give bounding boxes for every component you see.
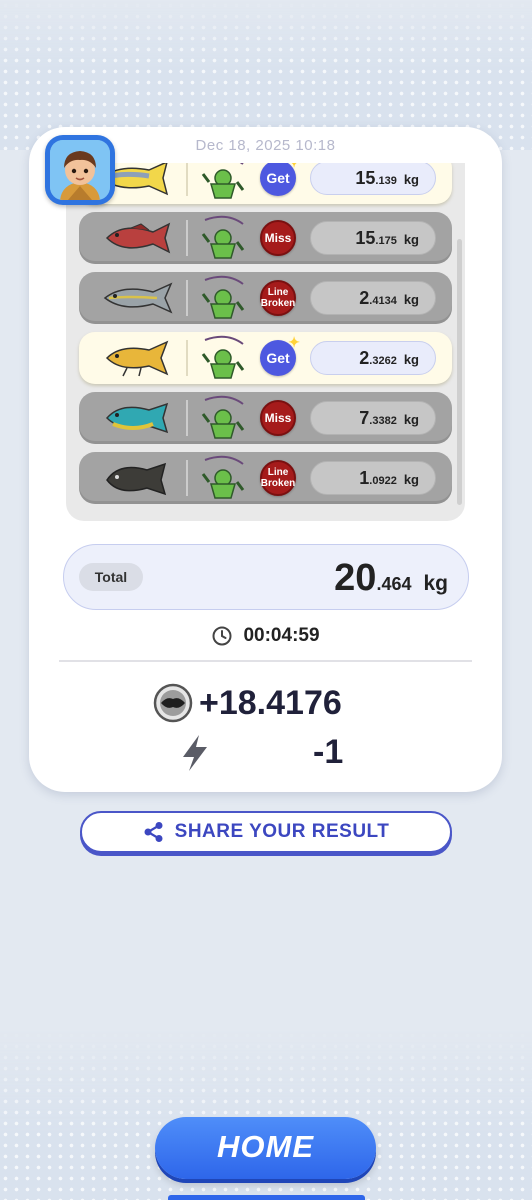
total-weight: 20.464 kg (334, 557, 448, 599)
clock-icon (212, 626, 232, 646)
status-badge: Miss (260, 220, 296, 256)
lightning-icon (183, 735, 207, 771)
catch-weight: 7.3382 kg (310, 401, 436, 435)
energy-row: -1 (177, 731, 357, 775)
villager-fishing-icon (201, 395, 245, 439)
total-summary: Total 20.464 kg (63, 544, 469, 610)
fish-icon (105, 222, 171, 254)
villager-fishing-icon (201, 215, 245, 259)
villager-fishing-icon (201, 275, 245, 319)
share-icon (144, 822, 163, 842)
villager-fishing-icon (201, 163, 245, 199)
status-badge: Line Broken (260, 460, 296, 496)
status-badge: Line Broken (260, 280, 296, 316)
fish-icon (103, 282, 173, 314)
reward-value: +18.4176 (199, 683, 342, 722)
avatar-portrait (50, 140, 110, 200)
catch-row: Line Broken 2.4134 kg (79, 272, 452, 324)
fish-icon (106, 462, 167, 496)
status-badge: Get✦ (260, 163, 300, 196)
catch-weight: 1.0922 kg (310, 461, 436, 495)
energy-value: -1 (313, 733, 344, 771)
fish-icon (105, 402, 169, 434)
status-badge: Miss (260, 400, 296, 436)
time-value: 00:04:59 (243, 625, 320, 646)
villager-fishing-icon (201, 455, 245, 499)
catch-row: Get ✦ 2.3262 kg (79, 332, 452, 384)
catch-weight: 15.175 kg (310, 221, 436, 255)
catch-weight: 2.3262 kg (310, 341, 436, 375)
token-coin-icon (153, 683, 193, 723)
row-separator (186, 400, 188, 436)
catch-weight: 2.4134 kg (310, 281, 436, 315)
status-badge: Get✦ (260, 334, 300, 376)
row-separator (186, 340, 188, 376)
row-separator (186, 163, 188, 196)
sparkle-icon: ✦ (288, 334, 300, 350)
list-scrollbar[interactable] (457, 239, 462, 505)
row-separator (186, 220, 188, 256)
catch-row: Line Broken 1.0922 kg (79, 452, 452, 504)
share-label: SHARE YOUR RESULT (174, 821, 390, 842)
catch-row: Miss 7.3382 kg (79, 392, 452, 444)
sparkle-icon: ✦ (288, 163, 300, 171)
villager-fishing-icon (201, 335, 245, 379)
divider (59, 660, 472, 662)
home-button-edge (168, 1195, 365, 1200)
catch-row: Get✦ 15.139kg (79, 163, 452, 204)
row-separator (186, 280, 188, 316)
villager-face-icon (50, 140, 110, 200)
catch-row: Miss 15.175 kg (79, 212, 452, 264)
catch-weight: 15.139 kg (310, 163, 436, 195)
result-card: Dec 18, 2025 10:18 Get 15 .139 kg Miss 1… (29, 127, 502, 792)
row-separator (186, 460, 188, 496)
reward-row: +18.4176 (153, 683, 342, 723)
catch-list[interactable]: Get✦ 15.139kg Miss 15.175kg (66, 163, 465, 521)
fish-icon (105, 340, 169, 377)
elapsed-time: 00:04:59 (29, 623, 502, 649)
player-avatar[interactable] (45, 135, 115, 205)
total-label: Total (79, 563, 143, 591)
home-button[interactable]: HOME (155, 1117, 376, 1179)
share-result-button[interactable]: SHARE YOUR RESULT (80, 811, 452, 853)
